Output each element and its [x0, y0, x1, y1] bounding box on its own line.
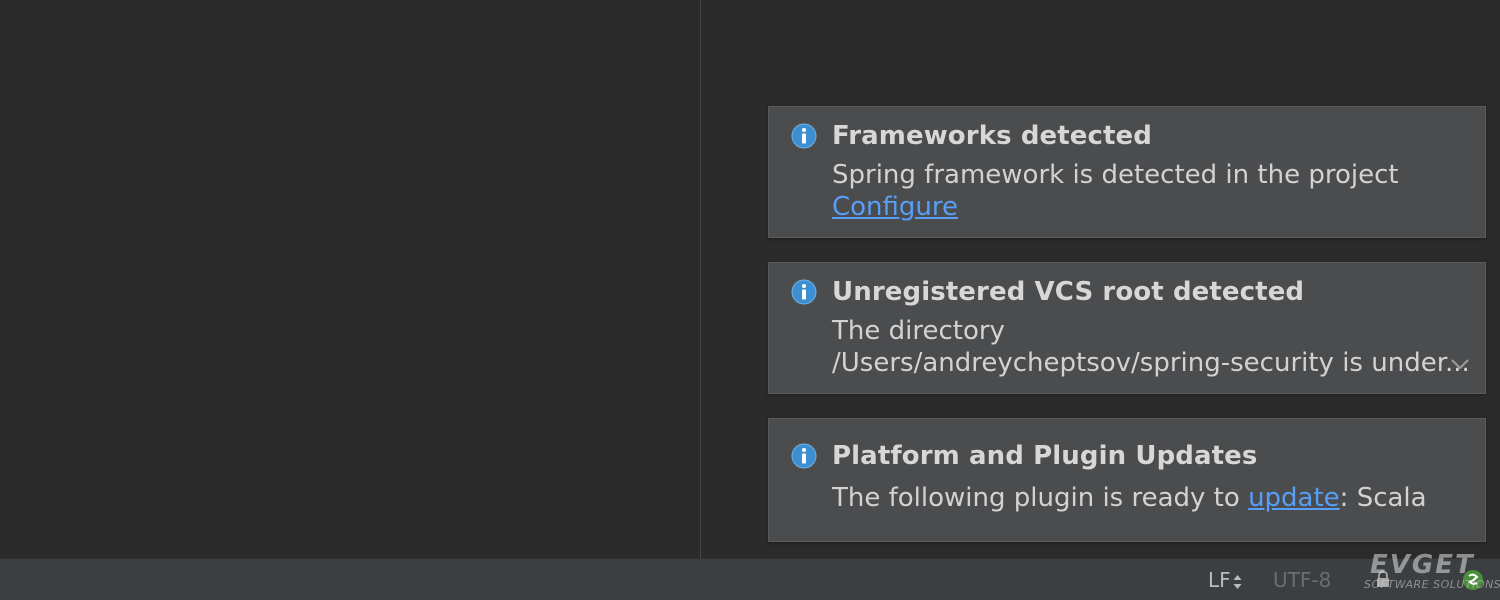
line-separator-label: LF: [1208, 568, 1231, 592]
info-icon: [791, 279, 817, 305]
file-encoding-selector[interactable]: UTF-8: [1273, 568, 1331, 592]
notification-title: Unregistered VCS root detected: [832, 277, 1305, 307]
status-icon[interactable]: [1462, 569, 1484, 591]
up-down-arrows-icon: [1233, 574, 1242, 589]
notification-title: Platform and Plugin Updates: [832, 441, 1258, 471]
ide-window: Frameworks detected Spring framework is …: [0, 0, 1500, 600]
notification-message: The directory: [832, 316, 1005, 346]
notification-frameworks-detected[interactable]: Frameworks detected Spring framework is …: [768, 106, 1486, 238]
info-icon: [791, 443, 817, 469]
lock-icon[interactable]: [1376, 570, 1390, 588]
info-icon: [791, 123, 817, 149]
notification-message: The following plugin is ready to update:…: [832, 483, 1427, 513]
notification-platform-plugin-updates[interactable]: Platform and Plugin Updates The followin…: [768, 418, 1486, 542]
status-bar: LF UTF-8: [0, 558, 1500, 600]
notification-message: Spring framework is detected in the proj…: [832, 160, 1399, 190]
update-link[interactable]: update: [1248, 483, 1340, 513]
notification-title: Frameworks detected: [832, 121, 1153, 151]
notification-action-line: Configure: [832, 192, 958, 222]
chevron-down-icon[interactable]: [1449, 357, 1471, 371]
message-suffix: : Scala: [1339, 483, 1427, 513]
notification-unregistered-vcs-root[interactable]: Unregistered VCS root detected The direc…: [768, 262, 1486, 394]
line-separator-selector[interactable]: LF: [1208, 568, 1242, 592]
editor-pane-left[interactable]: [0, 0, 700, 558]
configure-link[interactable]: Configure: [832, 192, 958, 222]
notification-message-path: /Users/andreycheptsov/spring-security is…: [832, 348, 1470, 378]
message-prefix: The following plugin is ready to: [832, 483, 1249, 513]
